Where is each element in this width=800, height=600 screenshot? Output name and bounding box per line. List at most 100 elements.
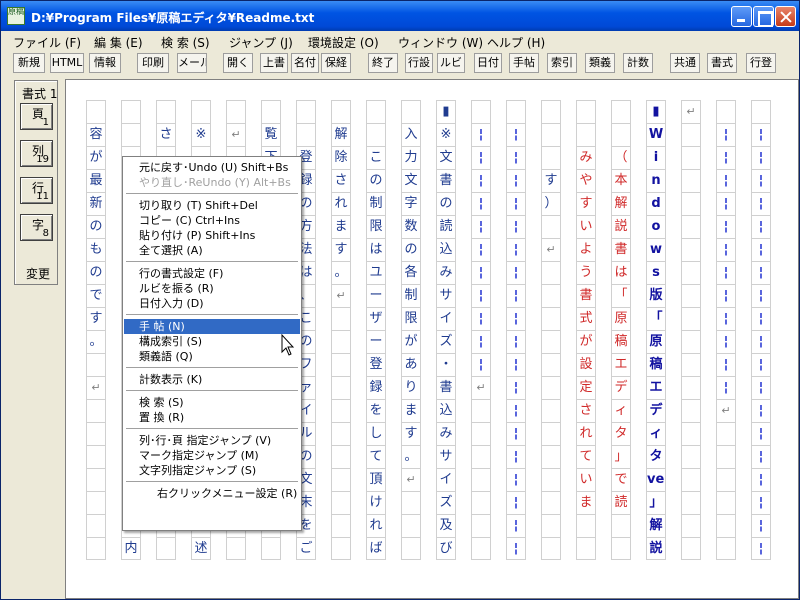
char-cell[interactable]: 書 (436, 169, 456, 192)
column-counter[interactable]: 列 19 (20, 140, 53, 167)
char-cell[interactable] (541, 261, 561, 284)
char-cell[interactable]: タ (646, 445, 666, 468)
char-cell[interactable] (716, 422, 736, 445)
toolbar-button[interactable]: メール (177, 53, 207, 73)
char-cell[interactable]: ver.5 (646, 468, 666, 491)
char-cell[interactable] (86, 399, 106, 422)
context-menu-item[interactable]: 列･行･頁 指定ジャンプ (V) (124, 433, 300, 448)
char-cell[interactable]: 書 (611, 238, 631, 261)
char-cell[interactable]: 内 (121, 537, 141, 560)
char-cell[interactable]: タ (611, 422, 631, 445)
char-cell[interactable]: ¦ (506, 376, 526, 399)
char-cell[interactable]: 限 (366, 215, 386, 238)
menu-item[interactable]: ファイル (F) (13, 34, 81, 51)
toolbar-button[interactable]: 保経 (321, 53, 351, 73)
char-cell[interactable]: ¦ (751, 192, 771, 215)
char-cell[interactable]: w (646, 238, 666, 261)
char-cell[interactable]: う (576, 261, 596, 284)
char-cell[interactable] (331, 422, 351, 445)
menu-item[interactable]: 編 集 (E) (94, 34, 143, 51)
char-cell[interactable] (156, 100, 176, 123)
toolbar-button[interactable]: 書式 (707, 53, 737, 73)
char-cell[interactable]: サ (436, 445, 456, 468)
toolbar-button[interactable]: 手帖 (509, 53, 539, 73)
char-cell[interactable]: ¦ (506, 468, 526, 491)
char-cell[interactable]: ・ (436, 353, 456, 376)
char-cell[interactable]: が (401, 330, 421, 353)
toolbar-button[interactable]: 情報 (89, 53, 121, 73)
char-cell[interactable]: n (646, 169, 666, 192)
char-cell[interactable] (681, 192, 701, 215)
char-cell[interactable]: 原 (611, 307, 631, 330)
char-cell[interactable]: 。 (331, 261, 351, 284)
char-cell[interactable]: り (401, 376, 421, 399)
char-cell[interactable]: ¦ (506, 422, 526, 445)
char-cell[interactable]: 解 (646, 514, 666, 537)
char-cell[interactable] (401, 514, 421, 537)
char-cell[interactable] (541, 514, 561, 537)
char-cell[interactable]: ¦ (471, 215, 491, 238)
char-cell[interactable]: の (86, 215, 106, 238)
context-menu-item[interactable]: 手 帖 (N) (124, 319, 300, 334)
char-cell[interactable] (681, 422, 701, 445)
char-cell[interactable] (541, 284, 561, 307)
char-cell[interactable]: 述 (191, 537, 211, 560)
char-cell[interactable]: ¦ (751, 123, 771, 146)
char-cell[interactable] (681, 284, 701, 307)
char-cell[interactable] (401, 491, 421, 514)
char-cell[interactable]: あ (401, 353, 421, 376)
char-cell[interactable] (716, 445, 736, 468)
char-cell[interactable]: ¦ (716, 123, 736, 146)
char-cell[interactable] (156, 537, 176, 560)
char-cell[interactable]: 覧 (261, 123, 281, 146)
char-cell[interactable]: （ (611, 146, 631, 169)
char-cell[interactable]: さ (576, 399, 596, 422)
char-cell[interactable] (541, 100, 561, 123)
char-cell[interactable]: ¦ (716, 284, 736, 307)
char-cell[interactable]: 限 (401, 307, 421, 330)
char-cell[interactable]: ↵ (681, 100, 701, 123)
char-cell[interactable]: ¦ (506, 261, 526, 284)
char-cell[interactable]: ¦ (506, 146, 526, 169)
char-cell[interactable]: び (436, 537, 456, 560)
char-cell[interactable]: 文 (401, 169, 421, 192)
char-cell[interactable]: ¦ (751, 376, 771, 399)
char-cell[interactable] (331, 537, 351, 560)
char-cell[interactable]: 稿 (646, 353, 666, 376)
char-cell[interactable]: ¦ (471, 169, 491, 192)
char-cell[interactable]: 稿 (611, 330, 631, 353)
char-cell[interactable] (86, 514, 106, 537)
char-cell[interactable]: ザ (366, 307, 386, 330)
char-cell[interactable]: 説 (611, 215, 631, 238)
char-cell[interactable]: ¦ (751, 399, 771, 422)
char-cell[interactable]: て (576, 445, 596, 468)
char-cell[interactable] (576, 537, 596, 560)
char-cell[interactable]: ¦ (751, 215, 771, 238)
char-cell[interactable] (681, 537, 701, 560)
char-cell[interactable] (681, 468, 701, 491)
char-cell[interactable]: す (331, 238, 351, 261)
context-menu-item[interactable]: 切り取り (T) Shift+Del (124, 198, 300, 213)
char-cell[interactable]: ¦ (471, 353, 491, 376)
context-menu-item[interactable]: 日付入力 (D) (124, 296, 300, 311)
char-cell[interactable]: 頂 (366, 468, 386, 491)
char-cell[interactable]: W (646, 123, 666, 146)
char-cell[interactable] (296, 100, 316, 123)
char-cell[interactable]: ¦ (506, 491, 526, 514)
char-cell[interactable] (681, 376, 701, 399)
char-cell[interactable]: ▮ (646, 100, 666, 123)
char-cell[interactable]: サ (436, 284, 456, 307)
char-cell[interactable] (401, 537, 421, 560)
toolbar-button[interactable]: 新規 (13, 53, 45, 73)
char-cell[interactable]: 定 (576, 376, 596, 399)
char-cell[interactable] (716, 491, 736, 514)
char-cell[interactable]: し (366, 422, 386, 445)
context-menu-item[interactable]: 行の書式設定 (F) (124, 266, 300, 281)
char-cell[interactable]: ご (296, 537, 316, 560)
maximize-button[interactable] (753, 6, 774, 27)
char-cell[interactable]: み (436, 422, 456, 445)
char-cell[interactable]: ¦ (471, 146, 491, 169)
char-cell[interactable]: 制 (401, 284, 421, 307)
char-cell[interactable] (576, 123, 596, 146)
char-cell[interactable] (681, 169, 701, 192)
